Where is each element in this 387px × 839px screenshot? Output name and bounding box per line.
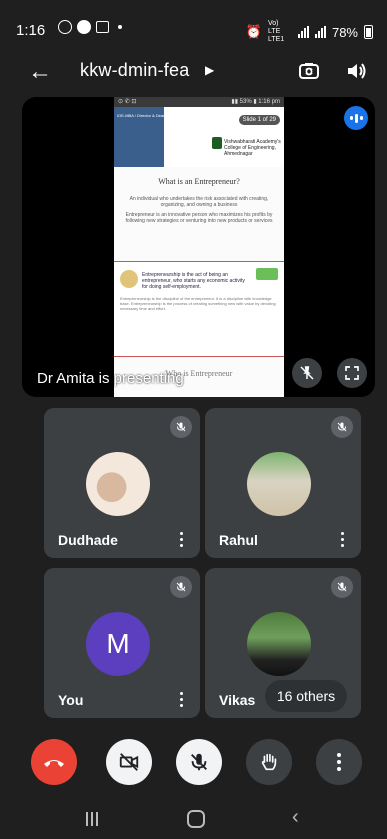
avatar: [247, 612, 311, 676]
money-illustration-icon: [256, 268, 278, 280]
top-bar: ← kkw-dmin-fea ▶: [0, 50, 387, 94]
more-vert-icon[interactable]: [174, 528, 188, 550]
participant-tile[interactable]: Rahul: [205, 408, 361, 558]
fullscreen-button[interactable]: [337, 358, 367, 388]
network-label: Vo) LTE LTE1: [267, 20, 285, 43]
meeting-title[interactable]: kkw-dmin-fea: [80, 60, 189, 81]
status-bar: 1:16 ⏰ Vo) LTE LTE1 78%: [0, 0, 387, 50]
more-vert-icon[interactable]: [174, 688, 188, 710]
college-name: Vishwabharati Academy's College of Engin…: [224, 139, 281, 157]
idea-illustration-icon: [120, 270, 138, 288]
avatar-letter: M: [106, 628, 130, 659]
avatar: M: [86, 612, 150, 676]
speaker-icon[interactable]: [344, 59, 368, 83]
arrow-left-icon[interactable]: ←: [28, 58, 52, 86]
pin-off-icon: [300, 366, 314, 380]
mic-toggle-button[interactable]: [176, 739, 222, 785]
battery-label: 78%: [331, 24, 358, 40]
status-right: ⏰ Vo) LTE LTE1 78%: [246, 20, 373, 44]
more-notifications-icon: [118, 25, 122, 29]
more-vert-icon: [337, 753, 341, 757]
status-time: 1:16: [16, 22, 46, 39]
slide-counter: Slide 1 of 29: [238, 115, 280, 125]
fullscreen-icon: [345, 366, 359, 380]
mic-off-icon: [170, 576, 192, 598]
mic-off-icon: [331, 576, 353, 598]
unpin-button[interactable]: [292, 358, 322, 388]
mic-off-icon: [191, 753, 207, 771]
participant-name: You: [58, 692, 84, 708]
participant-name: Rahul: [219, 532, 258, 548]
camera-off-icon: [119, 753, 139, 771]
more-options-button[interactable]: [316, 739, 362, 785]
slide-header: IOE-MBA / Director & Dean / 23rd Februar…: [114, 107, 284, 167]
battery-icon: [364, 25, 373, 39]
avatar: [247, 452, 311, 516]
shared-slide: ⊙ ✆ ⊡ ▮▮ 53% ▮ 1:16 pm IOE-MBA / Director…: [114, 97, 284, 397]
end-call-icon: [44, 760, 64, 767]
signal-icon: [297, 26, 309, 38]
raise-hand-button[interactable]: [246, 739, 292, 785]
mic-off-icon: [170, 416, 192, 438]
slide1-title: What is an Entrepreneur?: [158, 177, 240, 186]
slide-header-text: IOE-MBA / Director & Dean / 23rd Februar…: [117, 113, 204, 118]
phone-icon: [77, 20, 91, 34]
slide-page-1: What is an Entrepreneur? An individual w…: [114, 167, 284, 262]
presenter-label: Dr Amita is presenting: [37, 370, 184, 387]
participant-name: Dudhade: [58, 532, 118, 548]
slide-phone-status: ⊙ ✆ ⊡ ▮▮ 53% ▮ 1:16 pm: [114, 97, 284, 107]
system-nav-bar: ‹: [0, 800, 387, 839]
home-icon[interactable]: [187, 810, 205, 828]
participant-tile[interactable]: M You: [44, 568, 200, 718]
slide2-heading: Entrepreneurship is the act of being an …: [142, 272, 245, 290]
back-icon[interactable]: ‹: [292, 806, 299, 829]
slide1-point: An individual who undertakes the risk as…: [129, 196, 269, 208]
more-vert-icon[interactable]: [335, 528, 349, 550]
notification-icons: [58, 20, 122, 34]
signal-2-icon: [314, 26, 326, 38]
end-call-button[interactable]: [31, 739, 77, 785]
speaking-indicator-icon: [344, 106, 368, 130]
participant-tile[interactable]: Dudhade: [44, 408, 200, 558]
avatar: [86, 452, 150, 516]
slide2-paragraph: Entrepreneurship is the discipline of th…: [120, 296, 276, 311]
slide1-point: Entrepreneur is an innovative person who…: [125, 212, 273, 224]
recents-icon[interactable]: [86, 812, 100, 826]
mic-off-icon: [331, 416, 353, 438]
hand-icon: [261, 753, 277, 771]
switch-camera-icon[interactable]: [297, 59, 321, 83]
presentation-view[interactable]: ⊙ ✆ ⊡ ▮▮ 53% ▮ 1:16 pm IOE-MBA / Director…: [22, 97, 375, 397]
chevron-right-icon[interactable]: ▶: [205, 63, 214, 77]
others-count-button[interactable]: 16 others: [265, 680, 347, 712]
slide-page-2: Entrepreneurship is the act of being an …: [114, 262, 284, 357]
whatsapp-icon: [58, 20, 72, 34]
participant-name: Vikas: [219, 692, 256, 708]
alarm-icon: ⏰: [245, 24, 262, 39]
camera-toggle-button[interactable]: [106, 739, 152, 785]
gallery-icon: [96, 21, 109, 33]
college-logo-icon: [212, 137, 222, 149]
